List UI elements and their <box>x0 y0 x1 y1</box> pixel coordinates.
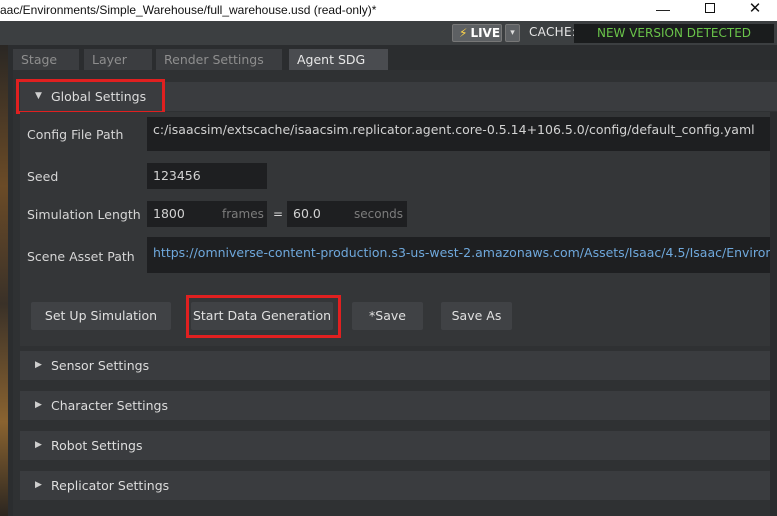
section-replicator-settings[interactable]: ▶ Replicator Settings <box>20 471 777 500</box>
status-bar: ⚡ LIVE ▾ CACHE: NEW VERSION DETECTED <box>0 21 777 45</box>
minimize-button[interactable]: — <box>646 0 680 20</box>
frames-input[interactable]: 1800 frames <box>147 201 267 227</box>
expand-arrow-icon: ▶ <box>35 440 42 450</box>
seed-label: Seed <box>27 169 59 184</box>
section-character-settings[interactable]: ▶ Character Settings <box>20 391 777 420</box>
highlight-box <box>16 79 165 114</box>
tab-render-settings[interactable]: Render Settings <box>156 49 282 70</box>
highlight-box <box>186 295 341 338</box>
section-sensor-settings[interactable]: ▶ Sensor Settings <box>20 351 777 380</box>
tab-agent-sdg[interactable]: Agent SDG <box>289 49 388 70</box>
panel-scrollbar[interactable] <box>770 112 777 516</box>
expand-arrow-icon: ▶ <box>35 480 42 490</box>
lightning-icon: ⚡ <box>459 26 468 40</box>
config-file-path-label: Config File Path <box>27 127 124 142</box>
tab-layer[interactable]: Layer <box>84 49 152 70</box>
maximize-button[interactable] <box>693 0 727 20</box>
live-button[interactable]: ⚡ LIVE <box>452 24 502 42</box>
live-dropdown-button[interactable]: ▾ <box>505 24 520 42</box>
section-label: Sensor Settings <box>51 358 150 373</box>
section-robot-settings[interactable]: ▶ Robot Settings <box>20 431 777 460</box>
section-label: Replicator Settings <box>51 478 170 493</box>
maximize-icon <box>705 3 715 13</box>
seconds-input[interactable]: 60.0 seconds <box>287 201 407 227</box>
cache-status-badge[interactable]: NEW VERSION DETECTED <box>574 24 774 43</box>
seconds-unit: seconds <box>354 207 404 221</box>
scene-asset-path-input[interactable]: https://omniverse-content-production.s3-… <box>147 237 773 273</box>
scene-asset-path-label: Scene Asset Path <box>27 249 135 264</box>
live-label: LIVE <box>470 26 501 40</box>
expand-arrow-icon: ▶ <box>35 400 42 410</box>
section-label: Character Settings <box>51 398 168 413</box>
tab-stage[interactable]: Stage <box>13 49 79 70</box>
frames-unit: frames <box>222 207 264 221</box>
seconds-value: 60.0 <box>293 206 321 221</box>
set-up-simulation-button[interactable]: Set Up Simulation <box>31 302 171 330</box>
window-title: aac/Environments/Simple_Warehouse/full_w… <box>0 3 377 17</box>
save-button[interactable]: *Save <box>352 302 423 330</box>
cache-label: CACHE: <box>529 25 577 39</box>
viewport-edge <box>0 45 8 516</box>
section-label: Robot Settings <box>51 438 143 453</box>
save-as-button[interactable]: Save As <box>441 302 512 330</box>
expand-arrow-icon: ▶ <box>35 360 42 370</box>
simulation-length-label: Simulation Length <box>27 207 141 222</box>
frames-value: 1800 <box>153 206 185 221</box>
seed-input[interactable]: 123456 <box>147 163 267 189</box>
config-file-path-input[interactable]: c:/isaacsim/extscache/isaacsim.replicato… <box>147 117 773 151</box>
close-button[interactable]: ✕ <box>738 0 772 20</box>
equals-sign: = <box>273 207 284 221</box>
window-title-bar: aac/Environments/Simple_Warehouse/full_w… <box>0 0 777 21</box>
